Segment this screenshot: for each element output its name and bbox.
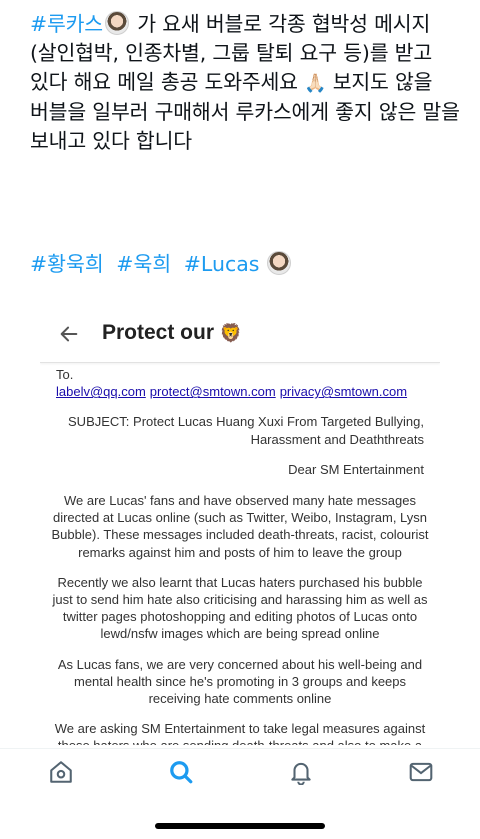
lucas-avatar-emoji-icon bbox=[104, 11, 129, 35]
lucas-avatar-emoji-icon bbox=[267, 251, 292, 275]
email-paragraph: Recently we also learnt that Lucas hater… bbox=[52, 574, 428, 642]
home-icon[interactable] bbox=[48, 759, 74, 785]
email-greeting: Dear SM Entertainment bbox=[288, 461, 424, 477]
tweet-text: #루카스 가 요새 버블로 각종 협박성 메시지(살인협박, 인종차별, 그룹 … bbox=[30, 10, 470, 156]
email-recipients: To. labelv@qq.com protect@smtown.com priva… bbox=[50, 366, 430, 400]
email-paragraph: As Lucas fans, we are very concerned abo… bbox=[57, 656, 423, 707]
recipient-link[interactable]: privacy@smtown.com bbox=[280, 384, 407, 399]
email-subject: SUBJECT: Protect Lucas Huang Xuxi From T… bbox=[68, 414, 424, 447]
hashtag-row: #황욱희 #욱희 #Lucas bbox=[30, 250, 297, 279]
email-body: To. labelv@qq.com protect@smtown.com priva… bbox=[50, 366, 430, 745]
to-label: To. bbox=[56, 367, 74, 382]
hashtag-hwang-wookhee[interactable]: #황욱희 bbox=[30, 252, 104, 276]
recipient-link[interactable]: labelv@qq.com bbox=[56, 384, 146, 399]
hashtag-lucas[interactable]: #Lucas bbox=[184, 252, 260, 276]
email-paragraph: We are asking SM Entertainment to take l… bbox=[54, 721, 426, 745]
hashtag-wookhee[interactable]: #욱희 bbox=[116, 252, 171, 276]
email-title-text: Protect our bbox=[102, 321, 215, 344]
email-screenshot-image[interactable]: Protect our 🦁 To. labelv@qq.com protect@s… bbox=[40, 308, 440, 745]
email-header: Protect our 🦁 bbox=[40, 308, 440, 363]
hashtag-lucas-korean[interactable]: #루카스 bbox=[30, 12, 103, 36]
email-title: Protect our 🦁 bbox=[102, 321, 242, 345]
search-icon[interactable] bbox=[168, 759, 194, 785]
messages-icon[interactable] bbox=[408, 759, 434, 785]
recipient-link[interactable]: protect@smtown.com bbox=[150, 384, 276, 399]
home-indicator[interactable] bbox=[155, 823, 325, 829]
notifications-icon[interactable] bbox=[288, 759, 314, 785]
lion-emoji-icon: 🦁 bbox=[219, 323, 243, 343]
pray-emoji-icon: 🙏🏻 bbox=[304, 73, 327, 94]
email-paragraph: We are Lucas' fans and have observed man… bbox=[51, 493, 429, 560]
back-arrow-icon[interactable] bbox=[58, 323, 80, 345]
